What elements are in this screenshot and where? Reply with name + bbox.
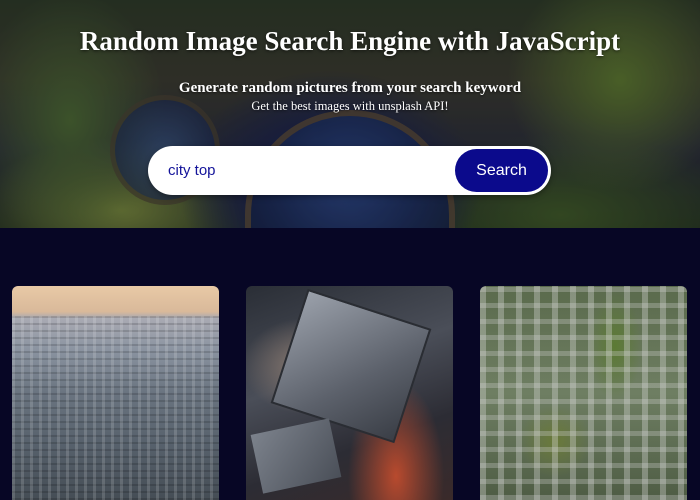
result-image-card[interactable] [480, 286, 687, 500]
aerial-grid-image [480, 286, 687, 500]
result-image-card[interactable] [246, 286, 453, 500]
page-tagline: Get the best images with unsplash API! [251, 99, 449, 113]
search-input[interactable] [160, 152, 450, 189]
page-subtitle: Generate random pictures from your searc… [178, 80, 522, 96]
search-bar: Search [148, 146, 551, 195]
search-button[interactable]: Search [455, 149, 548, 192]
city-skyline-image [12, 316, 219, 500]
result-image-card[interactable] [12, 286, 219, 500]
page-title: Random Image Search Engine with JavaScri… [79, 26, 621, 56]
aerial-building-image [270, 288, 432, 444]
